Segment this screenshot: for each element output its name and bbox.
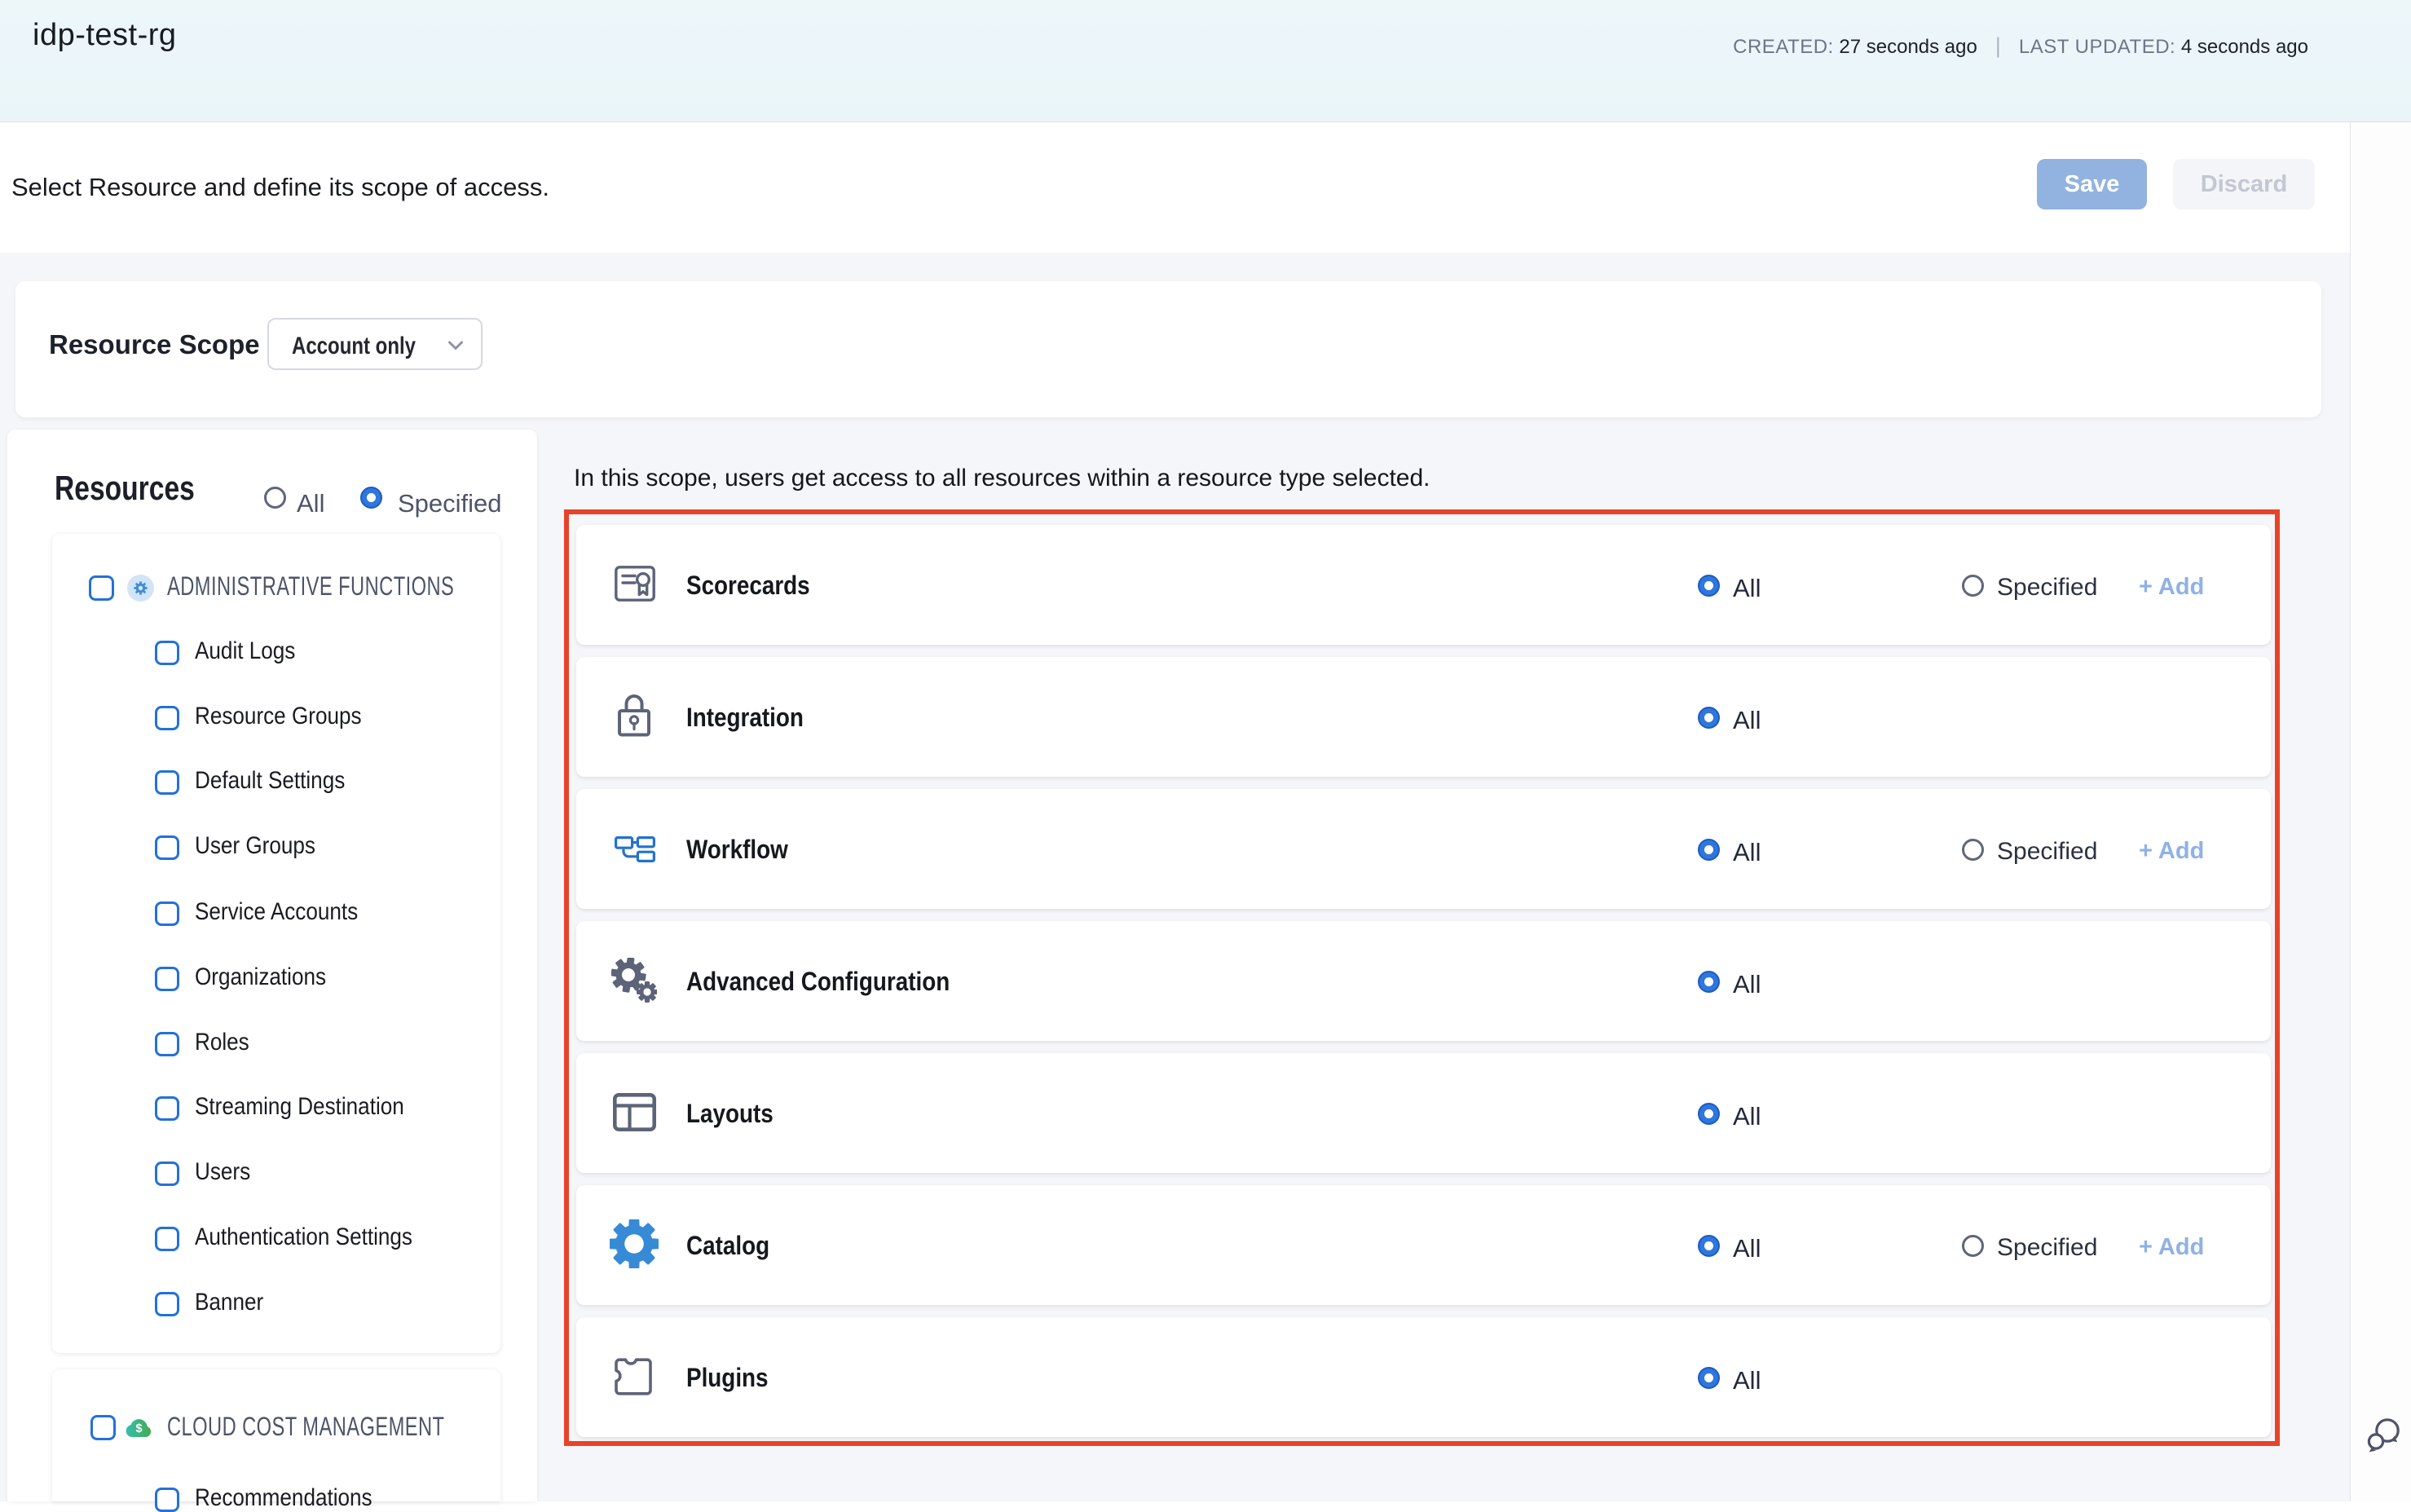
svg-text:$: $ bbox=[135, 1422, 142, 1435]
